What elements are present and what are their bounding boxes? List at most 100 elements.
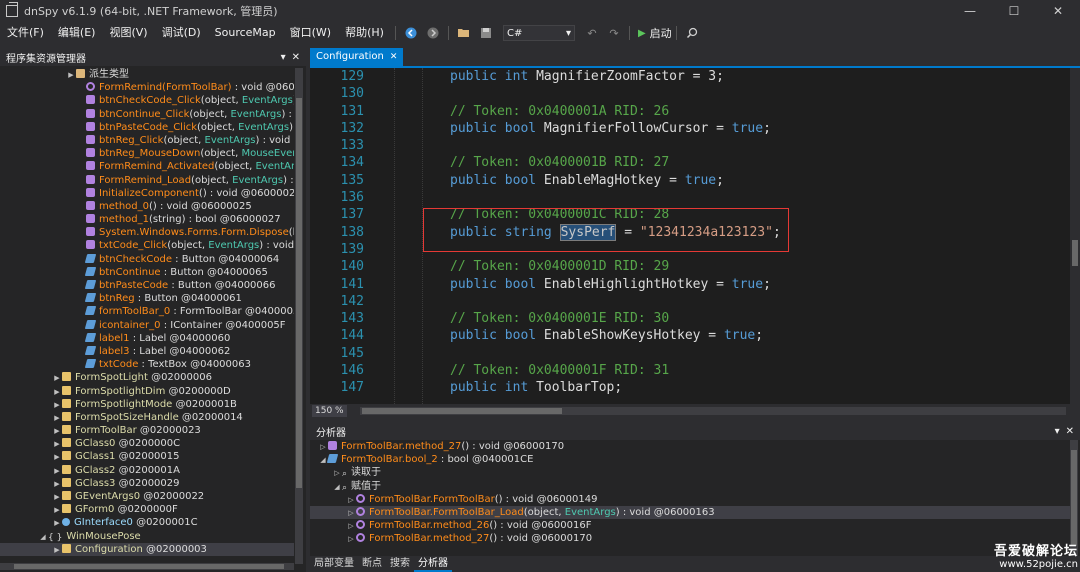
menu-debug[interactable]: 调试(D) bbox=[155, 22, 208, 44]
expander-icon[interactable]: ▶ bbox=[52, 412, 62, 424]
tree-item[interactable]: ▷ FormToolBar.method_27() : void @0600017… bbox=[310, 440, 1070, 453]
editor-hscrollbar[interactable] bbox=[360, 407, 1066, 415]
tree-item[interactable]: ▶ GClass3 @02000029 bbox=[0, 477, 294, 490]
tree-item[interactable]: btnReg_MouseDown(object, MouseEventAr bbox=[0, 147, 294, 160]
expander-icon[interactable]: ▶ bbox=[52, 504, 62, 516]
minimize-button[interactable]: — bbox=[948, 0, 992, 22]
tab-analyzer[interactable]: 分析器 bbox=[414, 556, 452, 572]
menu-window[interactable]: 窗口(W) bbox=[283, 22, 338, 44]
expander-icon[interactable]: ▷ bbox=[346, 520, 356, 532]
editor-scrollbar[interactable] bbox=[1070, 68, 1080, 404]
tree-item[interactable]: ◢ FormToolBar.bool_2 : bool @040001CE bbox=[310, 453, 1070, 466]
open-folder-icon[interactable] bbox=[456, 25, 472, 41]
code-line[interactable]: 132 public bool MagnifierFollowCursor = t… bbox=[310, 120, 1066, 137]
expander-icon[interactable]: ▶ bbox=[66, 69, 76, 81]
expander-icon[interactable]: ▶ bbox=[52, 465, 62, 477]
expander-icon[interactable]: ▶ bbox=[52, 399, 62, 411]
tree-item[interactable]: ▶ GClass0 @0200000C bbox=[0, 437, 294, 450]
expander-icon[interactable]: ▷ bbox=[346, 507, 356, 519]
redo-icon[interactable]: ↷ bbox=[606, 25, 622, 41]
tab-locals[interactable]: 局部变量 bbox=[310, 556, 358, 572]
scrollbar-thumb[interactable] bbox=[14, 564, 284, 569]
code-line[interactable]: 134 // Token: 0x0400001B RID: 27 bbox=[310, 154, 1066, 171]
tree-item[interactable]: ▷ FormToolBar.FormToolBar() : void @06000… bbox=[310, 493, 1070, 506]
code-line[interactable]: 142 bbox=[310, 293, 1066, 310]
tree-item[interactable]: ◢{ } WinMousePose bbox=[0, 530, 294, 543]
expander-icon[interactable]: ▶ bbox=[52, 517, 62, 529]
tree-item[interactable]: icontainer_0 : IContainer @0400005F bbox=[0, 319, 294, 332]
tree-item[interactable]: InitializeComponent() : void @0600002E bbox=[0, 187, 294, 200]
code-line[interactable]: 135 public bool EnableMagHotkey = true; bbox=[310, 172, 1066, 189]
tree-item[interactable]: ▶ FormSpotlightMode @0200001B bbox=[0, 398, 294, 411]
scrollbar-thumb[interactable] bbox=[1071, 450, 1077, 546]
code-line[interactable]: 140 // Token: 0x0400001D RID: 29 bbox=[310, 258, 1066, 275]
code-line[interactable]: 143 // Token: 0x0400001E RID: 30 bbox=[310, 310, 1066, 327]
tree-item[interactable]: FormRemind_Activated(object, EventArgs) … bbox=[0, 160, 294, 173]
assembly-tree-hscrollbar[interactable] bbox=[0, 563, 294, 570]
tree-item[interactable]: ▶ FormSpotlightDim @0200000D bbox=[0, 385, 294, 398]
tree-item[interactable]: method_0() : void @06000025 bbox=[0, 200, 294, 213]
code-line[interactable]: 141 public bool EnableHighlightHotkey = t… bbox=[310, 276, 1066, 293]
expander-icon[interactable]: ▶ bbox=[52, 438, 62, 450]
tree-item[interactable]: ◢ ⌕ 赋值于 bbox=[310, 480, 1070, 493]
assembly-tree-scrollbar[interactable] bbox=[295, 68, 303, 564]
code-line[interactable]: 146 // Token: 0x0400001F RID: 31 bbox=[310, 362, 1066, 379]
tree-item[interactable]: ▷ FormToolBar.method_27() : void @0600017… bbox=[310, 532, 1070, 545]
analyzer-scrollbar[interactable] bbox=[1070, 440, 1078, 556]
expander-icon[interactable]: ▷ bbox=[318, 441, 328, 453]
tree-item[interactable]: txtCode_Click(object, EventArgs) : void … bbox=[0, 239, 294, 252]
tree-item[interactable]: ▶ FormToolBar @02000023 bbox=[0, 424, 294, 437]
panel-close-icon[interactable]: ✕ bbox=[292, 52, 300, 63]
code-line[interactable]: 136 bbox=[310, 189, 1066, 206]
expander-icon[interactable]: ▷ bbox=[346, 494, 356, 506]
tab-search[interactable]: 搜索 bbox=[386, 556, 414, 572]
code-line[interactable]: 130 bbox=[310, 85, 1066, 102]
panel-dropdown-icon[interactable]: ▾ bbox=[1055, 426, 1060, 437]
maximize-button[interactable]: ☐ bbox=[992, 0, 1036, 22]
panel-dropdown-icon[interactable]: ▾ bbox=[281, 52, 286, 63]
tree-item[interactable]: ▶ GClass1 @02000015 bbox=[0, 450, 294, 463]
expander-icon[interactable]: ▷ bbox=[346, 533, 356, 545]
analyzer-tree[interactable]: ▷ FormToolBar.method_27() : void @0600017… bbox=[310, 440, 1070, 556]
back-icon[interactable] bbox=[403, 25, 419, 41]
assembly-tree[interactable]: ▶ 派生类型 FormRemind(FormToolBar) : void @060… bbox=[0, 68, 294, 564]
tree-item[interactable]: btnReg : Button @04000061 bbox=[0, 292, 294, 305]
close-button[interactable]: ✕ bbox=[1036, 0, 1080, 22]
expander-icon[interactable]: ▶ bbox=[52, 491, 62, 503]
tree-item[interactable]: ▶ 派生类型 bbox=[0, 68, 294, 81]
tree-item[interactable]: System.Windows.Forms.Form.Dispose(bool) bbox=[0, 226, 294, 239]
tree-item[interactable]: btnContinue_Click(object, EventArgs) : v… bbox=[0, 108, 294, 121]
tree-item[interactable]: ▶ GForm0 @0200000F bbox=[0, 503, 294, 516]
code-line[interactable]: 133 bbox=[310, 137, 1066, 154]
tree-item[interactable]: formToolBar_0 : FormToolBar @0400005E bbox=[0, 305, 294, 318]
expander-icon[interactable]: ▷ bbox=[332, 467, 342, 479]
expander-icon[interactable]: ◢ bbox=[38, 531, 48, 543]
forward-icon[interactable] bbox=[425, 25, 441, 41]
start-debug-button[interactable]: ▶ 启动 bbox=[638, 25, 672, 41]
menu-edit[interactable]: 编辑(E) bbox=[51, 22, 103, 44]
tab-configuration[interactable]: Configuration ✕ bbox=[310, 48, 404, 66]
tree-item[interactable]: btnCheckCode : Button @04000064 bbox=[0, 253, 294, 266]
expander-icon[interactable]: ▶ bbox=[52, 425, 62, 437]
save-all-icon[interactable] bbox=[478, 25, 494, 41]
menu-file[interactable]: 文件(F) bbox=[0, 22, 51, 44]
scrollbar-thumb[interactable] bbox=[362, 408, 562, 414]
tree-item[interactable]: ▷ FormToolBar.FormToolBar_Load(object, Ev… bbox=[310, 505, 1070, 520]
menu-help[interactable]: 帮助(H) bbox=[338, 22, 391, 44]
tree-item[interactable]: txtCode : TextBox @04000063 bbox=[0, 358, 294, 371]
code-line[interactable]: 145 bbox=[310, 345, 1066, 362]
expander-icon[interactable]: ▶ bbox=[52, 372, 62, 384]
tab-breakpoints[interactable]: 断点 bbox=[358, 556, 386, 572]
tab-close-icon[interactable]: ✕ bbox=[390, 48, 398, 66]
code-line[interactable]: 144 public bool EnableShowKeysHotkey = tr… bbox=[310, 327, 1066, 344]
expander-icon[interactable]: ◢ bbox=[332, 481, 342, 493]
language-select[interactable]: C# ▾ bbox=[502, 25, 575, 41]
tree-item[interactable]: method_1(string) : bool @06000027 bbox=[0, 213, 294, 226]
code-line[interactable]: 147 public int ToolbarTop; bbox=[310, 379, 1066, 396]
code-line[interactable]: 129 public int MagnifierZoomFactor = 3; bbox=[310, 68, 1066, 85]
tree-item[interactable]: ▶ FormSpotLight @02000006 bbox=[0, 371, 294, 384]
code-line[interactable]: 131 // Token: 0x0400001A RID: 26 bbox=[310, 103, 1066, 120]
tree-item[interactable]: btnPasteCode : Button @04000066 bbox=[0, 279, 294, 292]
tree-item[interactable]: btnReg_Click(object, EventArgs) : void @… bbox=[0, 134, 294, 147]
tree-item[interactable]: btnContinue : Button @04000065 bbox=[0, 266, 294, 279]
